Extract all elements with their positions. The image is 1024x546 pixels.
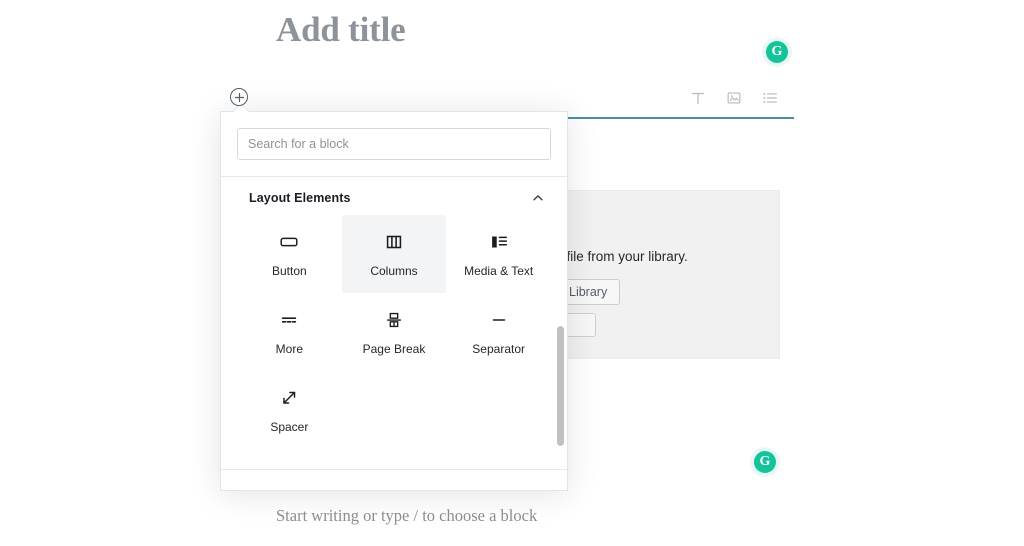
block-item-page-break[interactable]: Page Break <box>342 293 447 371</box>
grammarly-badge-title[interactable]: G <box>766 41 788 63</box>
selected-block-underline <box>566 117 794 119</box>
block-item-label: More <box>275 342 303 356</box>
post-title-placeholder[interactable]: Add title <box>276 8 796 52</box>
paragraph-text-icon[interactable] <box>686 86 710 110</box>
inserter-scrollbar[interactable] <box>556 176 565 471</box>
search-input[interactable] <box>237 128 551 160</box>
block-item-label: Separator <box>472 342 525 356</box>
block-type-grid: Button Columns Media & Text More Page Br… <box>221 215 567 449</box>
category-title: Layout Elements <box>249 191 351 205</box>
editor-canvas: Add title G ct a file from your library.… <box>0 0 1024 546</box>
block-item-columns[interactable]: Columns <box>341 215 447 293</box>
block-item-spacer[interactable]: Spacer <box>237 371 342 449</box>
grammarly-badge-content[interactable]: G <box>754 451 776 473</box>
inserter-results-panel: Layout Elements Button Columns Media & T… <box>221 176 567 471</box>
list-icon[interactable] <box>758 86 782 110</box>
category-header-layout-elements[interactable]: Layout Elements <box>221 177 567 215</box>
block-item-label: Button <box>271 264 307 278</box>
inserter-search-row <box>221 112 567 176</box>
block-item-label: Page Break <box>362 342 426 356</box>
image-icon[interactable] <box>722 86 746 110</box>
more-icon <box>278 307 300 333</box>
block-item-label: Spacer <box>270 420 309 434</box>
block-item-media-text[interactable]: Media & Text <box>446 215 551 293</box>
separator-icon <box>488 307 510 333</box>
block-item-button[interactable]: Button <box>237 215 342 293</box>
default-block-prompt[interactable]: Start writing or type / to choose a bloc… <box>276 506 537 526</box>
button-icon <box>278 229 300 255</box>
chevron-up-icon[interactable] <box>531 191 545 205</box>
block-item-separator[interactable]: Separator <box>446 293 551 371</box>
columns-icon <box>383 229 405 255</box>
plus-circle-icon[interactable] <box>230 88 248 106</box>
media-text-icon <box>488 229 510 255</box>
page-break-icon <box>383 307 405 333</box>
spacer-icon <box>278 385 300 411</box>
block-item-label: Media & Text <box>464 264 534 278</box>
block-item-label: Columns <box>370 264 418 278</box>
inserter-scrollbar-thumb[interactable] <box>557 326 564 446</box>
inserter-footer <box>221 469 567 490</box>
block-inserter-popover: Layout Elements Button <box>220 111 568 491</box>
block-toolbar <box>686 84 782 112</box>
block-item-more[interactable]: More <box>237 293 342 371</box>
